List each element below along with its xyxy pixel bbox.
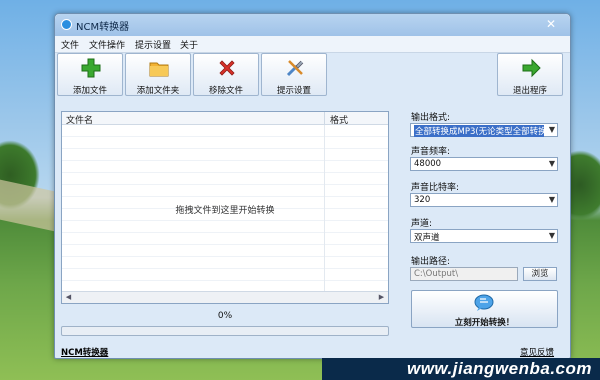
- file-list[interactable]: 文件名 格式 拖拽文件到这里开始转换 ◀ ▶: [61, 111, 389, 304]
- channel-value: 双声道: [414, 233, 440, 243]
- menu-file-ops[interactable]: 文件操作: [89, 38, 125, 51]
- app-icon: [61, 19, 72, 30]
- sample-rate-value: 48000: [414, 159, 442, 169]
- tip-settings-label: 提示设置: [276, 86, 311, 96]
- bitrate-select[interactable]: 320 ▼: [410, 193, 558, 207]
- drop-hint: 拖拽文件到这里开始转换: [175, 206, 275, 216]
- add-file-label: 添加文件: [72, 86, 107, 96]
- arrow-right-icon: [522, 58, 541, 78]
- output-format-label: 输出格式:: [411, 113, 451, 123]
- app-window: NCM转换器 ✕ 文件 文件操作 提示设置 关于 添加文件 添加文件夹 移除文件: [54, 13, 571, 359]
- scroll-right-icon[interactable]: ▶: [377, 293, 386, 301]
- remove-file-button[interactable]: 移除文件: [193, 53, 259, 96]
- menu-file[interactable]: 文件: [61, 38, 79, 51]
- chevron-down-icon: ▼: [548, 159, 555, 168]
- scroll-left-icon[interactable]: ◀: [64, 293, 73, 301]
- bitrate-value: 320: [414, 195, 431, 205]
- channel-label: 声道:: [411, 219, 433, 229]
- remove-file-label: 移除文件: [208, 86, 243, 96]
- sample-rate-label: 声音频率:: [411, 147, 451, 157]
- progress-percent: 0%: [217, 311, 233, 321]
- chevron-down-icon: ▼: [548, 125, 555, 134]
- close-button[interactable]: ✕: [540, 16, 562, 32]
- background-road: [0, 177, 60, 233]
- feedback-link[interactable]: 意见反馈: [520, 346, 554, 358]
- add-folder-label: 添加文件夹: [136, 86, 180, 96]
- tools-icon: [286, 60, 304, 77]
- title-bar[interactable]: NCM转换器 ✕: [55, 14, 570, 36]
- site-watermark: www.jiangwenba.com: [322, 358, 600, 380]
- toolbar: 添加文件 添加文件夹 移除文件 提示设置 退出程序: [57, 53, 568, 98]
- folder-icon: [149, 62, 169, 77]
- add-file-button[interactable]: 添加文件: [57, 53, 123, 96]
- output-format-select[interactable]: 全部转换成MP3(无论类型全部转换 ▼: [410, 123, 558, 137]
- output-path-label: 输出路径:: [411, 257, 451, 267]
- browse-button[interactable]: 浏览: [523, 267, 557, 281]
- start-convert-label: 立刻开始转换！: [454, 318, 515, 328]
- add-folder-button[interactable]: 添加文件夹: [125, 53, 191, 96]
- tip-settings-button[interactable]: 提示设置: [261, 53, 327, 96]
- channel-select[interactable]: 双声道 ▼: [410, 229, 558, 243]
- menu-bar: 文件 文件操作 提示设置 关于: [55, 36, 570, 53]
- window-title: NCM转换器: [76, 22, 130, 33]
- remove-x-icon: [219, 60, 235, 76]
- chevron-down-icon: ▼: [548, 195, 555, 204]
- plus-icon: [81, 58, 101, 78]
- column-divider: [324, 112, 325, 124]
- file-list-header: 文件名 格式: [62, 112, 388, 126]
- chat-bubble-icon: [474, 294, 494, 311]
- progress-bar: [61, 326, 389, 336]
- output-format-value: 全部转换成MP3(无论类型全部转换: [414, 125, 544, 137]
- output-path-field[interactable]: C:\Output\: [410, 267, 518, 281]
- menu-tip-settings[interactable]: 提示设置: [135, 38, 171, 51]
- chevron-down-icon: ▼: [548, 231, 555, 240]
- horizontal-scrollbar[interactable]: ◀ ▶: [62, 291, 388, 303]
- menu-about[interactable]: 关于: [180, 38, 198, 51]
- exit-label: 退出程序: [512, 86, 547, 96]
- footer-app-link[interactable]: NCM转换器: [61, 346, 108, 358]
- sample-rate-select[interactable]: 48000 ▼: [410, 157, 558, 171]
- start-convert-button[interactable]: 立刻开始转换！: [411, 290, 558, 328]
- bitrate-label: 声音比特率:: [411, 183, 460, 193]
- exit-button[interactable]: 退出程序: [497, 53, 563, 96]
